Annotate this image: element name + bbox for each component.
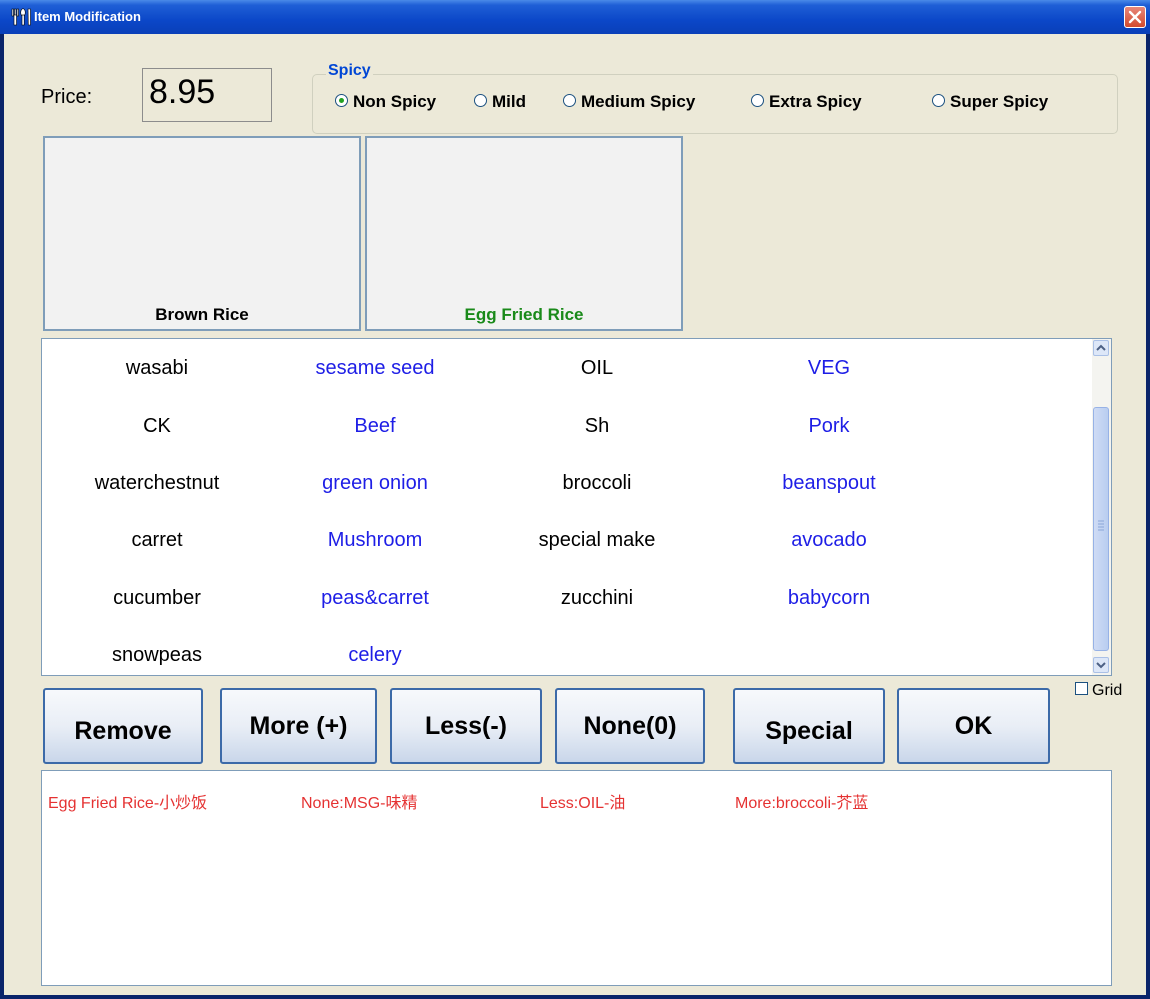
tile-label: Brown Rice [155, 305, 249, 324]
modification-item: None:MSG-味精 [301, 795, 418, 812]
ingredient-item[interactable]: CK [42, 415, 272, 438]
title-bar[interactable]: Item Modification [0, 0, 1150, 34]
ingredient-item[interactable]: sesame seed [260, 357, 490, 380]
remove-button[interactable]: Remove [43, 688, 203, 764]
modification-item: More:broccoli-芥蓝 [735, 795, 869, 812]
price-label: Price: [41, 86, 93, 108]
radio-icon [932, 94, 945, 107]
price-field: 8.95 [142, 68, 272, 122]
ingredient-item[interactable]: Beef [260, 415, 490, 438]
close-icon [1128, 10, 1142, 24]
radio-extra-spicy[interactable]: Extra Spicy [751, 92, 862, 112]
radio-label: Extra Spicy [769, 92, 862, 111]
ingredient-item[interactable]: broccoli [482, 472, 712, 495]
button-label: Special [765, 717, 853, 745]
ingredient-item[interactable]: carret [42, 529, 272, 552]
radio-medium-spicy[interactable]: Medium Spicy [563, 92, 695, 112]
spicy-legend: Spicy [326, 62, 373, 80]
window: Item Modification Price: 8.95 Spicy Non … [0, 0, 1150, 999]
option-tile-egg-fried-rice[interactable]: Egg Fried Rice [365, 136, 683, 331]
ingredient-item[interactable]: VEG [714, 357, 944, 380]
price-value: 8.95 [149, 73, 216, 111]
ingredient-item[interactable]: zucchini [482, 587, 712, 610]
radio-icon [474, 94, 487, 107]
scroll-down-button[interactable] [1093, 657, 1109, 673]
radio-non-spicy[interactable]: Non Spicy [335, 92, 436, 112]
ingredient-item[interactable]: OIL [482, 357, 712, 380]
radio-mild[interactable]: Mild [474, 92, 526, 112]
ingredient-item[interactable]: green onion [260, 472, 490, 495]
ingredient-item[interactable]: Mushroom [260, 529, 490, 552]
radio-super-spicy[interactable]: Super Spicy [932, 92, 1048, 112]
utensils-icon [11, 8, 31, 26]
vertical-scrollbar[interactable] [1092, 339, 1111, 675]
dialog-body: Price: 8.95 Spicy Non Spicy Mild Medium … [4, 34, 1146, 995]
ingredient-list: wasabi sesame seed OIL VEG CK Beef Sh Po… [41, 338, 1112, 676]
grip-icon [1098, 520, 1104, 531]
less-button[interactable]: Less(-) [390, 688, 542, 764]
button-label: None(0) [583, 712, 677, 740]
button-label: More (+) [249, 712, 348, 740]
radio-icon [751, 94, 764, 107]
ingredient-item[interactable]: cucumber [42, 587, 272, 610]
button-label: Remove [74, 717, 172, 745]
ingredient-item[interactable]: special make [482, 529, 712, 552]
chevron-down-icon [1096, 662, 1106, 669]
ingredient-item[interactable]: Sh [482, 415, 712, 438]
ingredient-item[interactable]: avocado [714, 529, 944, 552]
special-button[interactable]: Special [733, 688, 885, 764]
button-label: Less(-) [425, 712, 507, 740]
grid-label: Grid [1092, 682, 1123, 699]
modification-item: Egg Fried Rice-小炒饭 [48, 795, 208, 812]
scroll-thumb[interactable] [1093, 407, 1109, 651]
close-button[interactable] [1124, 6, 1146, 28]
more-button[interactable]: More (+) [220, 688, 377, 764]
radio-label: Non Spicy [353, 92, 437, 111]
window-title: Item Modification [34, 9, 141, 24]
none-button[interactable]: None(0) [555, 688, 705, 764]
ingredient-item[interactable]: celery [260, 644, 490, 667]
ingredient-item[interactable]: wasabi [42, 357, 272, 380]
grid-checkbox[interactable]: Grid [1075, 682, 1122, 700]
ingredient-item[interactable]: waterchestnut [42, 472, 272, 495]
ingredient-item[interactable]: babycorn [714, 587, 944, 610]
radio-label: Mild [492, 92, 526, 111]
ingredient-item[interactable]: snowpeas [42, 644, 272, 667]
ok-button[interactable]: OK [897, 688, 1050, 764]
ingredient-item[interactable]: beanspout [714, 472, 944, 495]
radio-label: Super Spicy [950, 92, 1049, 111]
button-label: OK [954, 712, 993, 740]
ingredient-item[interactable]: peas&carret [260, 587, 490, 610]
checkbox-icon [1075, 682, 1088, 695]
modification-item: Less:OIL-油 [540, 795, 626, 812]
tile-label: Egg Fried Rice [464, 305, 584, 324]
scroll-up-button[interactable] [1093, 340, 1109, 356]
chevron-up-icon [1096, 344, 1106, 351]
option-tile-brown-rice[interactable]: Brown Rice [43, 136, 361, 331]
radio-icon [563, 94, 576, 107]
modifications-output[interactable]: Egg Fried Rice-小炒饭 None:MSG-味精 Less:OIL-… [41, 770, 1112, 986]
radio-label: Medium Spicy [581, 92, 696, 111]
ingredient-item[interactable]: Pork [714, 415, 944, 438]
radio-selected-icon [335, 94, 348, 107]
